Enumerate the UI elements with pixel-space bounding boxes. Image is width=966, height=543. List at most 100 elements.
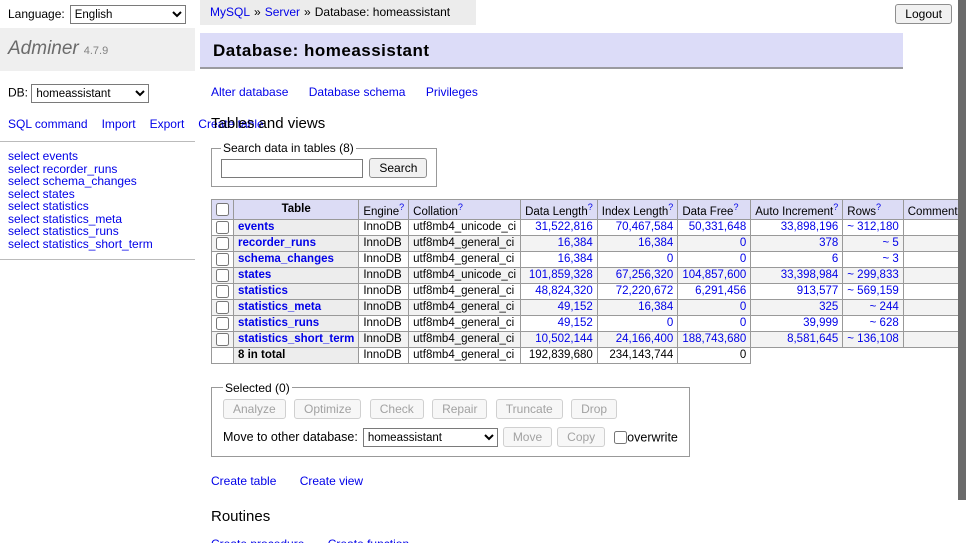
auto-increment-link[interactable]: 33,898,196: [781, 221, 839, 233]
index-length-link[interactable]: 67,256,320: [616, 269, 674, 281]
data-free-link[interactable]: 0: [740, 301, 746, 313]
sidebar-item-select-schema-changes[interactable]: select schema_changes: [8, 175, 195, 188]
database-schema-link[interactable]: Database schema: [309, 85, 406, 99]
index-length-link[interactable]: 24,166,400: [616, 333, 674, 345]
create-procedure-link[interactable]: Create procedure: [211, 537, 304, 543]
sidebar-item-select-statistics-short-term[interactable]: select statistics_short_term: [8, 238, 195, 251]
data-free-link[interactable]: 0: [740, 253, 746, 265]
row-checkbox[interactable]: [216, 237, 229, 250]
routines-section-title: Routines: [211, 508, 958, 525]
table-name-link[interactable]: events: [238, 221, 274, 233]
index-length-link[interactable]: 16,384: [638, 301, 673, 313]
auto-increment-link[interactable]: 33,398,984: [781, 269, 839, 281]
row-checkbox[interactable]: [216, 269, 229, 282]
row-checkbox[interactable]: [216, 221, 229, 234]
sql-command-link[interactable]: SQL command: [8, 117, 88, 131]
optimize-button[interactable]: Optimize: [294, 399, 361, 419]
data-free-link[interactable]: 188,743,680: [682, 333, 746, 345]
db-select[interactable]: homeassistant: [31, 84, 149, 103]
privileges-link[interactable]: Privileges: [426, 85, 478, 99]
drop-button[interactable]: Drop: [571, 399, 617, 419]
data-free-link[interactable]: 0: [740, 237, 746, 249]
sidebar-item-select-events[interactable]: select events: [8, 150, 195, 163]
help-icon[interactable]: ?: [399, 202, 404, 212]
collation-cell: utf8mb4_general_ci: [409, 235, 521, 251]
data-length-link[interactable]: 16,384: [558, 253, 593, 265]
data-free-link[interactable]: 50,331,648: [689, 221, 747, 233]
create-view-link[interactable]: Create view: [300, 474, 363, 488]
create-function-link[interactable]: Create function: [328, 537, 409, 543]
move-db-select[interactable]: homeassistant: [363, 428, 498, 447]
rows-count-link[interactable]: ~ 136,108: [847, 333, 898, 345]
index-length-link[interactable]: 70,467,584: [616, 221, 674, 233]
data-length-link[interactable]: 31,522,816: [535, 221, 593, 233]
sidebar-item-select-statistics-runs[interactable]: select statistics_runs: [8, 225, 195, 238]
table-name-link[interactable]: statistics_runs: [238, 317, 319, 329]
help-icon[interactable]: ?: [588, 202, 593, 212]
move-button[interactable]: Move: [503, 427, 552, 447]
truncate-button[interactable]: Truncate: [496, 399, 563, 419]
index-length-link[interactable]: 0: [667, 317, 673, 329]
rows-count-link[interactable]: ~ 299,833: [847, 269, 898, 281]
scrollbar-thumb[interactable]: [958, 0, 966, 500]
breadcrumb-server-link[interactable]: Server: [265, 5, 300, 19]
overwrite-label[interactable]: overwrite: [627, 431, 678, 445]
rows-count-link[interactable]: ~ 3: [882, 253, 898, 265]
auto-increment-link[interactable]: 6: [832, 253, 838, 265]
alter-database-link[interactable]: Alter database: [211, 85, 288, 99]
index-length-link[interactable]: 0: [667, 253, 673, 265]
row-checkbox[interactable]: [216, 317, 229, 330]
repair-button[interactable]: Repair: [432, 399, 487, 419]
breadcrumb-mysql-link[interactable]: MySQL: [210, 5, 250, 19]
table-name-link[interactable]: schema_changes: [238, 253, 334, 265]
help-icon[interactable]: ?: [833, 202, 838, 212]
row-checkbox[interactable]: [216, 333, 229, 346]
data-free-link[interactable]: 0: [740, 317, 746, 329]
data-length-link[interactable]: 101,859,328: [529, 269, 593, 281]
overwrite-checkbox[interactable]: [614, 431, 627, 444]
auto-increment-link[interactable]: 378: [819, 237, 838, 249]
analyze-button[interactable]: Analyze: [223, 399, 286, 419]
auto-increment-link[interactable]: 913,577: [797, 285, 839, 297]
comment-cell: [903, 219, 966, 235]
rows-count-link[interactable]: ~ 628: [870, 317, 899, 329]
data-free-link[interactable]: 6,291,456: [695, 285, 746, 297]
help-icon[interactable]: ?: [733, 202, 738, 212]
sidebar-actions: SQL commandImportExportCreate table: [8, 117, 188, 132]
auto-increment-link[interactable]: 39,999: [803, 317, 838, 329]
search-button[interactable]: Search: [369, 158, 427, 178]
rows-count-link[interactable]: ~ 569,159: [847, 285, 898, 297]
table-name-link[interactable]: statistics_short_term: [238, 333, 354, 345]
index-length-link[interactable]: 16,384: [638, 237, 673, 249]
data-length-link[interactable]: 49,152: [558, 317, 593, 329]
select-all-checkbox[interactable]: [216, 203, 229, 216]
create-table-link-main[interactable]: Create table: [211, 474, 276, 488]
table-name-link[interactable]: states: [238, 269, 271, 281]
rows-count-link[interactable]: ~ 5: [882, 237, 898, 249]
table-name-link[interactable]: statistics: [238, 285, 288, 297]
import-link[interactable]: Import: [102, 117, 136, 131]
data-length-link[interactable]: 10,502,144: [535, 333, 593, 345]
row-checkbox[interactable]: [216, 253, 229, 266]
table-name-link[interactable]: recorder_runs: [238, 237, 316, 249]
sidebar-item-select-statistics[interactable]: select statistics: [8, 200, 195, 213]
data-length-link[interactable]: 49,152: [558, 301, 593, 313]
row-checkbox[interactable]: [216, 285, 229, 298]
index-length-link[interactable]: 72,220,672: [616, 285, 674, 297]
export-link[interactable]: Export: [150, 117, 185, 131]
help-icon[interactable]: ?: [668, 202, 673, 212]
rows-count-link[interactable]: ~ 312,180: [847, 221, 898, 233]
check-button[interactable]: Check: [370, 399, 424, 419]
auto-increment-link[interactable]: 8,581,645: [787, 333, 838, 345]
help-icon[interactable]: ?: [876, 202, 881, 212]
rows-count-link[interactable]: ~ 244: [870, 301, 899, 313]
auto-increment-link[interactable]: 325: [819, 301, 838, 313]
copy-button[interactable]: Copy: [557, 427, 605, 447]
data-length-link[interactable]: 48,824,320: [535, 285, 593, 297]
table-name-link[interactable]: statistics_meta: [238, 301, 321, 313]
data-length-link[interactable]: 16,384: [558, 237, 593, 249]
help-icon[interactable]: ?: [458, 202, 463, 212]
search-input[interactable]: [221, 159, 363, 178]
row-checkbox[interactable]: [216, 301, 229, 314]
data-free-link[interactable]: 104,857,600: [682, 269, 746, 281]
